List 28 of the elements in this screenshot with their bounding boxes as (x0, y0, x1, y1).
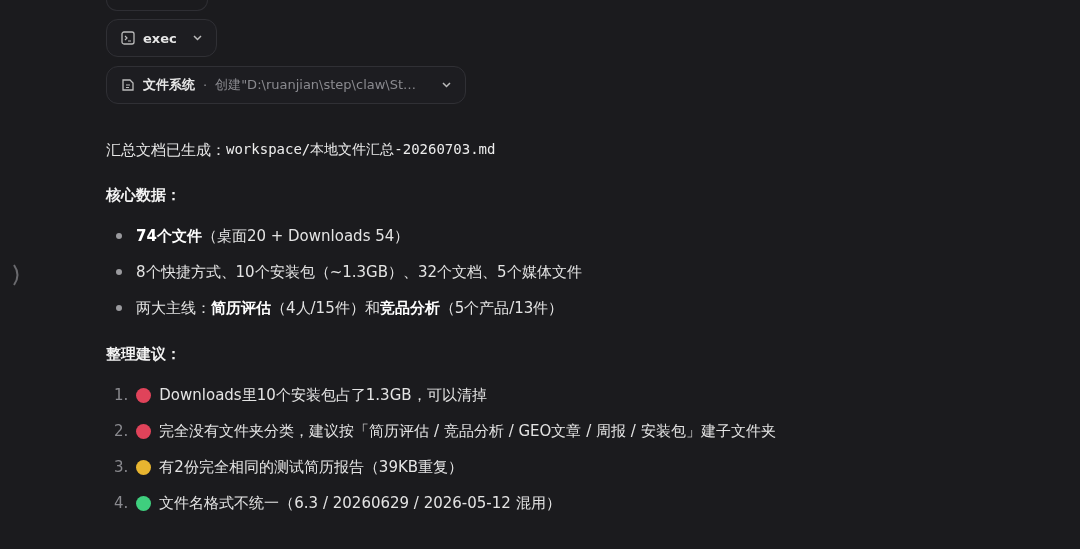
list-number: 1. (114, 386, 129, 404)
terminal-icon (121, 31, 135, 45)
list-item-text: 完全没有文件夹分类，建议按「简历评估 / 竞品分析 / GEO文章 / 周报 / 安装包」建子文件夹 (159, 421, 776, 441)
summary-label: 汇总文档已生成： (106, 141, 226, 160)
chevron-icon (442, 82, 452, 88)
file-icon (121, 78, 135, 92)
list-item-text: 74个文件（桌面20 + Downloads 54） (136, 226, 410, 246)
list-item-text: 两大主线：简历评估（4人/15件）和竞品分析（5个产品/13件） (136, 298, 564, 318)
list-number: 2. (114, 422, 129, 440)
tool-name: exec (143, 30, 177, 46)
tool-detail: 创建"D:\ruanjian\step\claw\St… (215, 76, 417, 94)
chevron-icon (192, 35, 202, 41)
list-item-text: 8个快捷方式、10个安装包（~1.3GB）、32个文档、5个媒体文件 (136, 262, 582, 282)
list-item-text: 有2份完全相同的测试简历报告（39KB重复） (159, 457, 464, 477)
section-heading: 核心数据： (106, 186, 181, 205)
separator-dot: · (203, 77, 208, 93)
tool-call-card[interactable]: exec (106, 19, 217, 57)
list-number: 3. (114, 458, 129, 476)
bullet-icon (116, 269, 122, 275)
list-number: 4. (114, 494, 129, 512)
file-path: workspace/本地文件汇总-20260703.md (226, 141, 496, 159)
tool-call-card[interactable]: 文件系统 · 创建"D:\ruanjian\step\claw\St… (106, 66, 467, 104)
bullet-icon (116, 233, 122, 239)
list-item-text: Downloads里10个安装包占了1.3GB，可以清掉 (159, 385, 487, 405)
tool-name: 文件系统 (143, 76, 195, 94)
section-heading: 整理建议： (106, 345, 181, 364)
list-item-text: 文件名格式不统一（6.3 / 20260629 / 2026-05-12 混用） (159, 493, 561, 513)
bullet-icon (116, 305, 122, 311)
